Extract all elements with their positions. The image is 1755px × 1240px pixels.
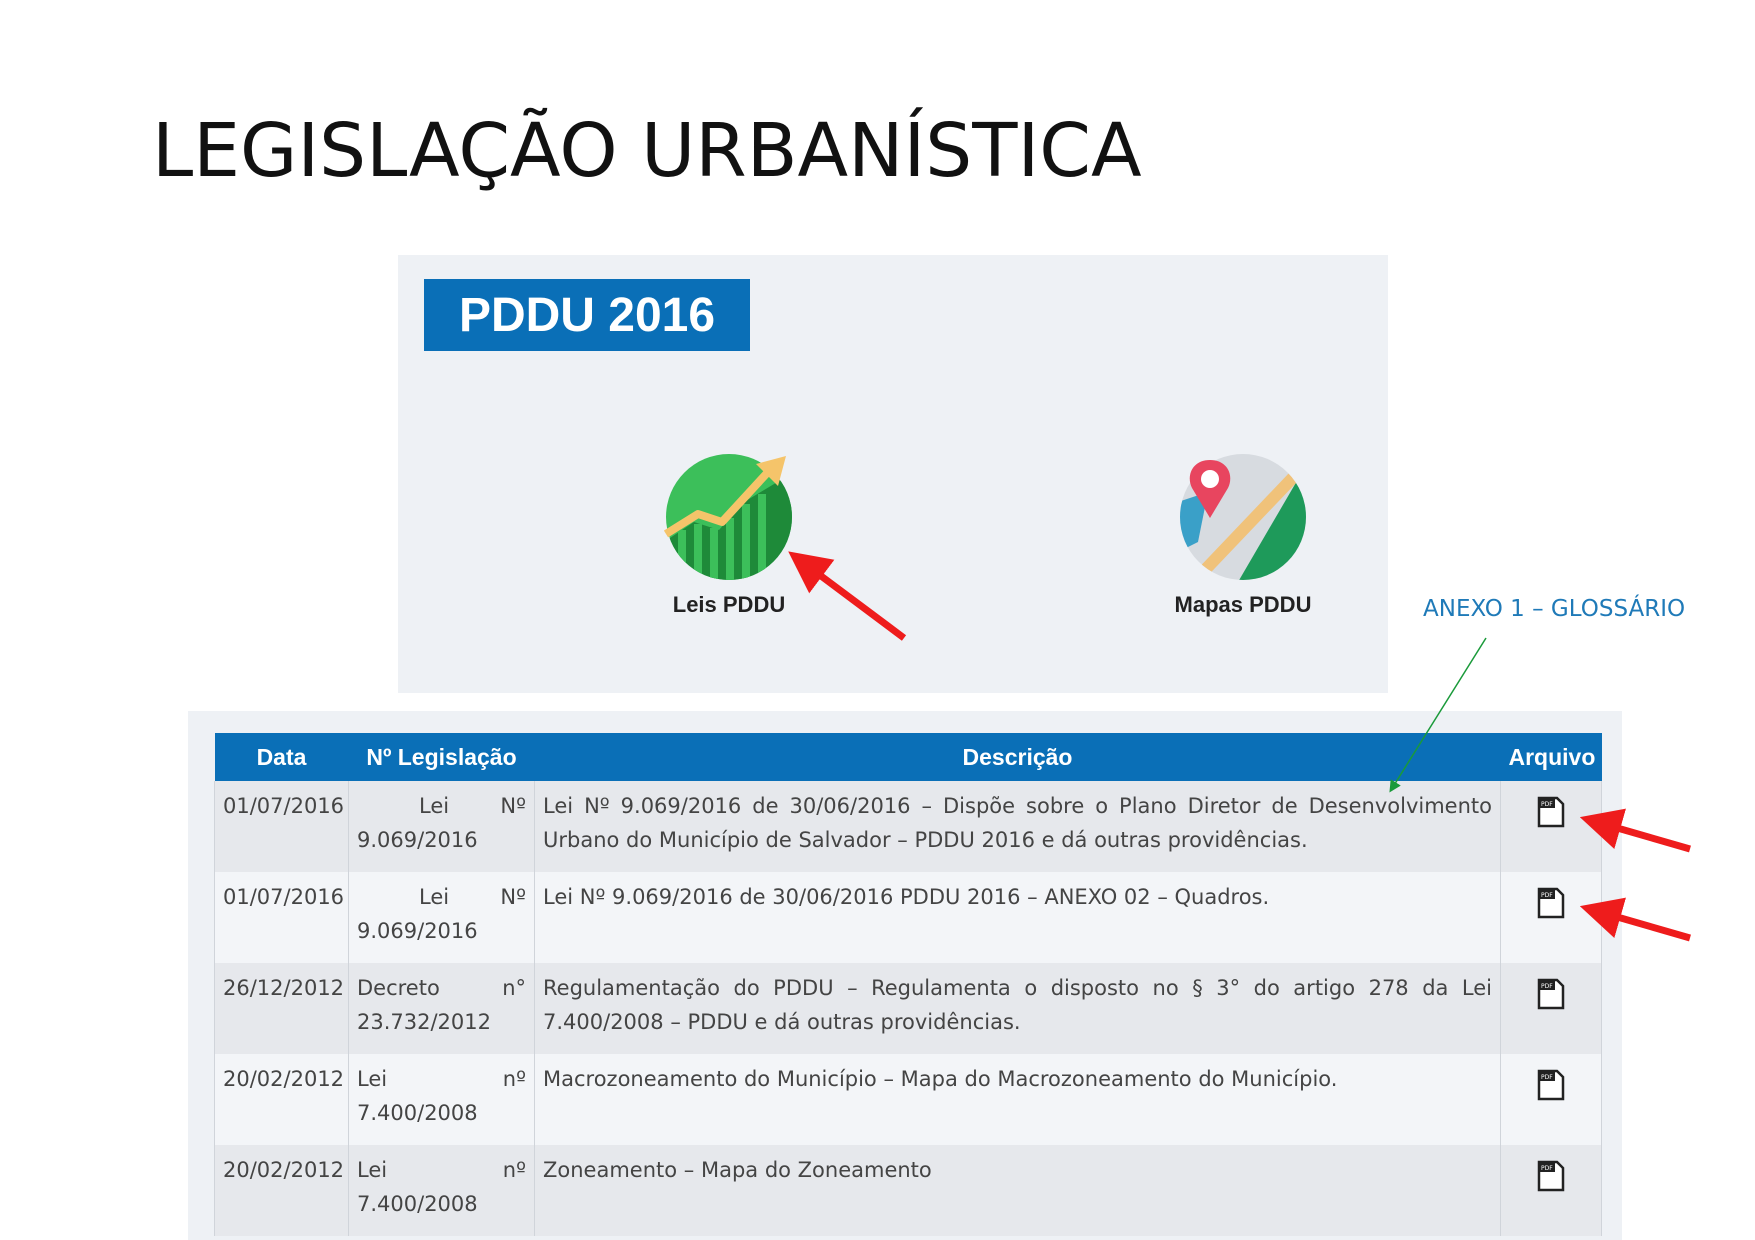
- row-file-cell: PDF: [1500, 781, 1602, 872]
- header-arquivo[interactable]: Arquivo: [1500, 733, 1602, 781]
- row-date: 01/07/2016: [214, 781, 349, 872]
- table-row: 26/12/2012 Decreto n° 23.732/2012 Regulam…: [214, 963, 1602, 1054]
- row-legislation: Lei Nº 9.069/2016: [348, 781, 535, 872]
- row-type: Lei: [357, 1067, 388, 1091]
- pdf-icon[interactable]: PDF: [1536, 977, 1566, 1011]
- row-type: Lei: [419, 885, 450, 909]
- row-legislation: Lei nº 7.400/2008: [348, 1054, 535, 1145]
- row-date: 20/02/2012: [214, 1054, 349, 1145]
- svg-text:PDF: PDF: [1541, 1165, 1553, 1172]
- row-type: Lei: [419, 794, 450, 818]
- row-abbr: nº: [502, 1158, 526, 1182]
- row-description: Zoneamento – Mapa do Zoneamento: [534, 1145, 1501, 1236]
- table-header-row: Data Nº Legislação Descrição Arquivo: [214, 733, 1602, 781]
- table-row: 20/02/2012 Lei nº 7.400/2008 Zoneamento –…: [214, 1145, 1602, 1236]
- row-date: 01/07/2016: [214, 872, 349, 963]
- row-type: Lei: [357, 1158, 388, 1182]
- pdf-icon[interactable]: PDF: [1536, 1159, 1566, 1193]
- map-pin-icon[interactable]: [1178, 452, 1308, 582]
- legislation-table: Data Nº Legislação Descrição Arquivo 01/…: [214, 733, 1602, 1236]
- slide-title: LEGISLAÇÃO URBANÍSTICA: [152, 108, 1142, 194]
- row-abbr: Nº: [500, 885, 526, 909]
- pddu-panel: PDDU 2016 Leis PDDU Mapas PDDU: [398, 255, 1388, 693]
- row-number: 9.069/2016: [357, 919, 478, 943]
- svg-text:PDF: PDF: [1541, 892, 1553, 899]
- header-descricao[interactable]: Descrição: [534, 733, 1501, 781]
- pdf-icon[interactable]: PDF: [1536, 795, 1566, 829]
- row-legislation: Lei nº 7.400/2008: [348, 1145, 535, 1236]
- row-file-cell: PDF: [1500, 963, 1602, 1054]
- leis-pddu-label[interactable]: Leis PDDU: [629, 592, 829, 618]
- row-file-cell: PDF: [1500, 1145, 1602, 1236]
- row-date: 20/02/2012: [214, 1145, 349, 1236]
- row-number: 9.069/2016: [357, 828, 478, 852]
- row-description: Lei Nº 9.069/2016 de 30/06/2016 – Dispõe…: [534, 781, 1501, 872]
- growth-chart-icon[interactable]: [664, 452, 794, 582]
- row-description: Regulamentação do PDDU – Regulamenta o d…: [534, 963, 1501, 1054]
- svg-text:PDF: PDF: [1541, 801, 1553, 808]
- pdf-icon[interactable]: PDF: [1536, 886, 1566, 920]
- svg-text:PDF: PDF: [1541, 983, 1553, 990]
- row-number: 7.400/2008: [357, 1192, 478, 1216]
- table-row: 01/07/2016 Lei Nº 9.069/2016 Lei Nº 9.069…: [214, 872, 1602, 963]
- row-abbr: nº: [502, 1067, 526, 1091]
- pdf-icon[interactable]: PDF: [1536, 1068, 1566, 1102]
- header-legislacao[interactable]: Nº Legislação: [348, 733, 535, 781]
- pddu-badge: PDDU 2016: [424, 279, 750, 351]
- table-row: 01/07/2016 Lei Nº 9.069/2016 Lei Nº 9.069…: [214, 781, 1602, 872]
- row-abbr: n°: [502, 976, 526, 1000]
- header-data[interactable]: Data: [214, 733, 349, 781]
- row-legislation: Lei Nº 9.069/2016: [348, 872, 535, 963]
- row-description: Lei Nº 9.069/2016 de 30/06/2016 PDDU 201…: [534, 872, 1501, 963]
- row-number: 23.732/2012: [357, 1010, 491, 1034]
- row-date: 26/12/2012: [214, 963, 349, 1054]
- row-legislation: Decreto n° 23.732/2012: [348, 963, 535, 1054]
- row-type: Decreto: [357, 976, 440, 1000]
- row-number: 7.400/2008: [357, 1101, 478, 1125]
- legislation-table-panel: Data Nº Legislação Descrição Arquivo 01/…: [188, 711, 1622, 1240]
- row-file-cell: PDF: [1500, 1054, 1602, 1145]
- row-description: Macrozoneamento do Município – Mapa do M…: [534, 1054, 1501, 1145]
- svg-text:PDF: PDF: [1541, 1074, 1553, 1081]
- mapas-pddu-label[interactable]: Mapas PDDU: [1143, 592, 1343, 618]
- row-file-cell: PDF: [1500, 872, 1602, 963]
- annex-annotation: ANEXO 1 – GLOSSÁRIO: [1423, 596, 1686, 622]
- row-abbr: Nº: [500, 794, 526, 818]
- table-row: 20/02/2012 Lei nº 7.400/2008 Macrozoneame…: [214, 1054, 1602, 1145]
